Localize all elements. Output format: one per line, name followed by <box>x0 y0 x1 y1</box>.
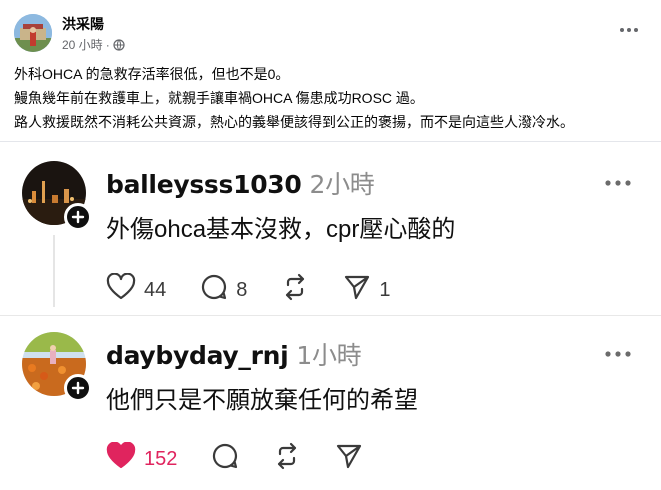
share-count: 1 <box>379 278 391 301</box>
repost-icon <box>273 442 301 476</box>
comment-more-icon[interactable] <box>603 346 633 357</box>
post-meta: 20 小時 · <box>62 36 125 53</box>
comment-avatar[interactable] <box>22 332 92 402</box>
send-icon <box>343 273 371 307</box>
post-body: 外科OHCA 的急救存活率很低，但也不是0。 鰻魚幾年前在救護車上，就親手讓車禍… <box>14 62 574 134</box>
like-count: 152 <box>144 447 178 470</box>
comment-bubble-icon <box>200 273 228 307</box>
post-line: 路人救援既然不消耗公共資源，熱心的義舉便該得到公正的褒揚，而不是向這些人潑冷水。 <box>14 114 574 130</box>
post-line: 外科OHCA 的急救存活率很低，但也不是0。 <box>14 66 290 82</box>
reply-button[interactable] <box>211 442 239 476</box>
comment-header: balleysss1030 2小時 <box>106 165 375 201</box>
share-button[interactable]: 1 <box>343 273 391 307</box>
comment-text: 外傷ohca基本沒救，cpr壓心酸的 <box>106 216 456 243</box>
comment-username[interactable]: balleysss1030 <box>106 170 302 199</box>
comment-more-icon[interactable] <box>603 175 633 186</box>
comment-time: 2小時 <box>309 170 375 199</box>
post-author-avatar[interactable] <box>14 14 52 52</box>
post-line: 鰻魚幾年前在救護車上，就親手讓車禍OHCA 傷患成功ROSC 過。 <box>14 90 424 106</box>
threads-screenshot: balleysss1030 2小時 外傷ohca基本沒救，cpr壓心酸的 44 8 <box>0 143 661 490</box>
comment-header: daybyday_rnj 1小時 <box>106 336 362 372</box>
reply-button[interactable]: 8 <box>200 273 247 307</box>
globe-icon <box>113 38 125 51</box>
reply-count: 8 <box>236 278 248 301</box>
thread-line <box>53 235 55 307</box>
comment-username[interactable]: daybyday_rnj <box>106 341 289 370</box>
comment-actions: 44 8 1 <box>106 272 425 307</box>
heart-icon <box>106 272 136 307</box>
like-count: 44 <box>144 278 167 301</box>
follow-plus-icon[interactable] <box>64 203 92 231</box>
follow-plus-icon[interactable] <box>64 374 92 402</box>
share-button[interactable] <box>335 442 363 476</box>
like-button[interactable]: 44 <box>106 272 167 307</box>
send-icon <box>335 442 363 476</box>
meta-separator: · <box>105 37 110 52</box>
divider <box>0 315 661 316</box>
comment-avatar[interactable] <box>22 161 92 231</box>
repost-button[interactable] <box>281 273 309 307</box>
post-more-options-icon[interactable] <box>617 22 641 38</box>
like-button[interactable]: 152 <box>106 441 178 476</box>
repost-button[interactable] <box>273 442 301 476</box>
comment-text: 他們只是不願放棄任何的希望 <box>106 387 418 414</box>
heart-filled-icon <box>106 441 136 476</box>
comment-bubble-icon <box>211 442 239 476</box>
comment-time: 1小時 <box>296 341 362 370</box>
post-time[interactable]: 20 小時 <box>62 36 103 53</box>
comment-actions: 152 <box>106 441 397 476</box>
post-author-name[interactable]: 洪采陽 <box>62 14 104 34</box>
repost-icon <box>281 273 309 307</box>
facebook-post: 洪采陽 20 小時 · 外科OHCA 的急救存活率很低，但也不是0。 鰻魚幾年前… <box>0 0 661 142</box>
